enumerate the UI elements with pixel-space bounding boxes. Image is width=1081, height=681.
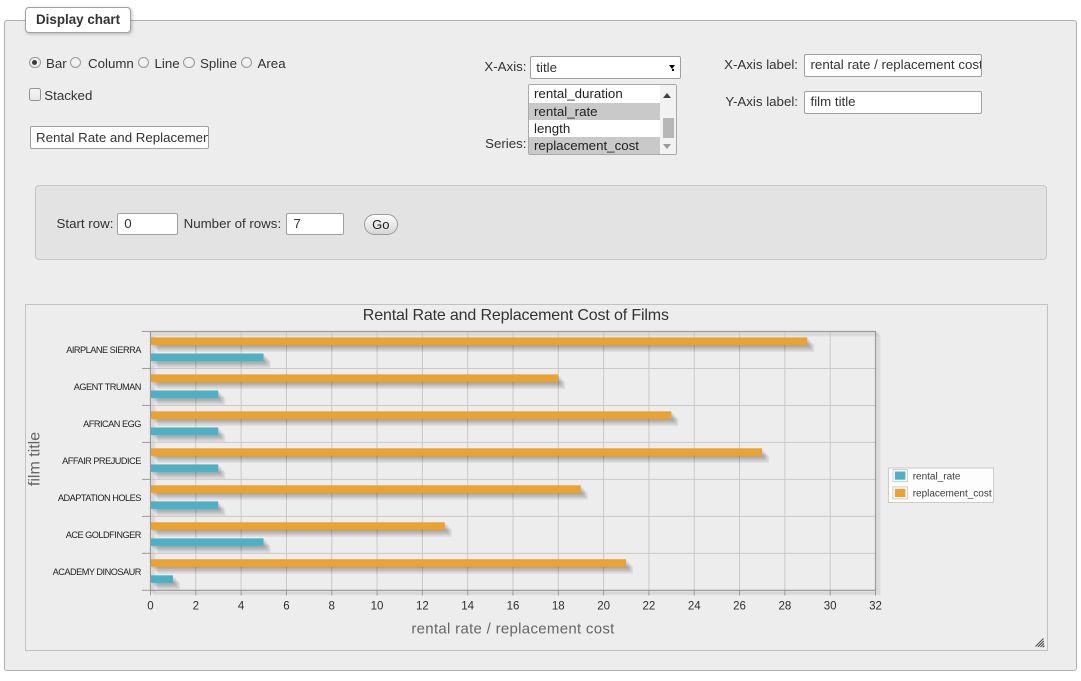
svg-text:32: 32 bbox=[869, 601, 882, 613]
svg-text:AFRICAN EGG: AFRICAN EGG bbox=[83, 419, 141, 429]
svg-text:10: 10 bbox=[371, 601, 384, 613]
svg-text:26: 26 bbox=[733, 601, 746, 613]
svg-text:AFFAIR PREJUDICE: AFFAIR PREJUDICE bbox=[62, 456, 141, 466]
svg-text:20: 20 bbox=[597, 601, 610, 613]
svg-text:Rental Rate and Replacement Co: Rental Rate and Replacement Cost of Film… bbox=[363, 307, 669, 324]
svg-text:film title: film title bbox=[27, 432, 44, 486]
svg-text:14: 14 bbox=[461, 601, 474, 613]
svg-text:24: 24 bbox=[688, 601, 701, 613]
svg-text:16: 16 bbox=[507, 601, 520, 613]
svg-text:0: 0 bbox=[147, 601, 153, 613]
svg-text:ADAPTATION HOLES: ADAPTATION HOLES bbox=[58, 493, 141, 503]
svg-text:2: 2 bbox=[193, 601, 199, 613]
svg-text:18: 18 bbox=[552, 601, 565, 613]
svg-text:AGENT TRUMAN: AGENT TRUMAN bbox=[74, 382, 141, 392]
svg-text:28: 28 bbox=[778, 601, 791, 613]
svg-text:ACADEMY DINOSAUR: ACADEMY DINOSAUR bbox=[53, 567, 142, 577]
svg-text:6: 6 bbox=[283, 601, 289, 613]
svg-text:30: 30 bbox=[824, 601, 837, 613]
svg-text:ACE GOLDFINGER: ACE GOLDFINGER bbox=[66, 530, 142, 540]
svg-text:22: 22 bbox=[643, 601, 656, 613]
svg-text:8: 8 bbox=[329, 601, 335, 613]
svg-text:12: 12 bbox=[416, 601, 429, 613]
svg-text:replacement_cost: replacement_cost bbox=[913, 489, 992, 500]
svg-text:4: 4 bbox=[238, 601, 245, 613]
svg-text:rental rate / replacement cost: rental rate / replacement cost bbox=[411, 620, 615, 637]
svg-text:rental_rate: rental_rate bbox=[913, 471, 961, 482]
svg-text:AIRPLANE SIERRA: AIRPLANE SIERRA bbox=[66, 345, 142, 355]
